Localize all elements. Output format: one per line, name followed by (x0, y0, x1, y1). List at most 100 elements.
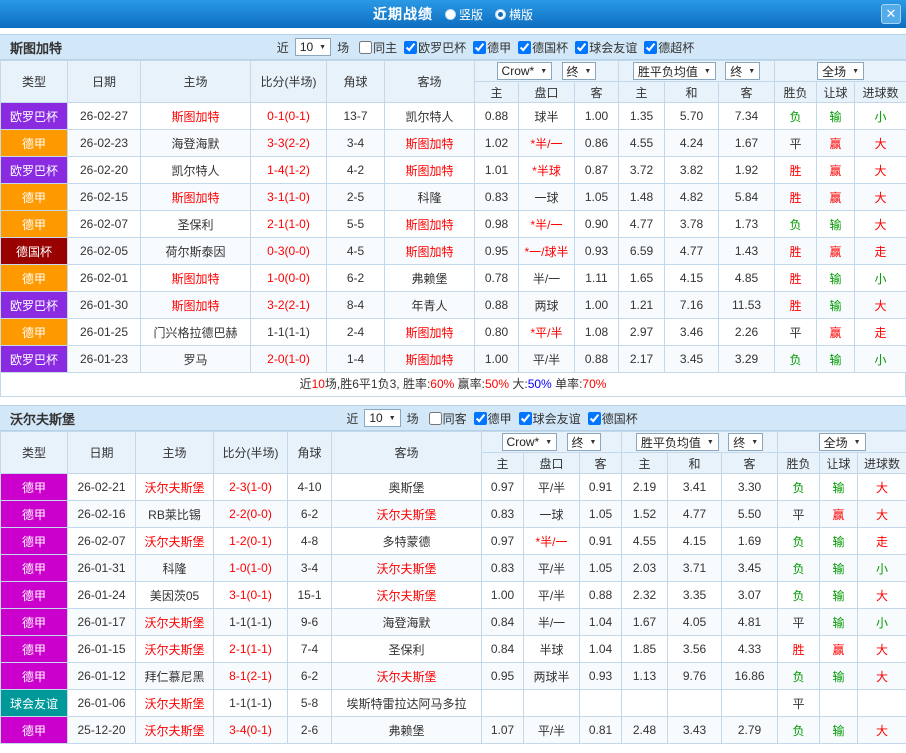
euro-odds-draw: 7.16 (664, 291, 720, 319)
home-team: RB莱比锡 (135, 500, 214, 528)
filter-checkbox-德超杯[interactable]: 德超杯 (639, 39, 694, 56)
euro-odds-home: 2.32 (621, 581, 669, 609)
dialog-header: 近期战绩 竖版 横版 ✕ (0, 0, 906, 28)
checkbox-input[interactable] (644, 40, 658, 54)
euro-odds-home: 1.13 (621, 662, 669, 690)
asian-odds-home: 0.83 (481, 500, 524, 528)
asian-odds-home: 0.83 (481, 554, 524, 582)
away-team: 斯图加特 (384, 129, 475, 157)
result-handicap (819, 689, 859, 717)
score: 8-1(2-1) (213, 662, 288, 690)
checkbox-input[interactable] (473, 411, 487, 425)
filter-checkbox-同客[interactable]: 同客 (424, 410, 467, 427)
filter-checkbox-德甲[interactable]: 德甲 (468, 39, 511, 56)
filter-checkbox-德国杯[interactable]: 德国杯 (583, 410, 638, 427)
checkbox-input[interactable] (404, 40, 418, 54)
col-score: 比分(半场) (250, 60, 327, 103)
match-row: 德国杯 26-02-05 荷尔斯泰因 0-3(0-0) 4-5 斯图加特 0.95 *一/球半… (0, 237, 906, 265)
filter-checkbox-欧罗巴杯[interactable]: 欧罗巴杯 (399, 39, 466, 56)
away-team: 斯图加特 (384, 210, 475, 238)
checkbox-input[interactable] (473, 40, 487, 54)
summary-segment: 胜率: (402, 377, 431, 391)
bookmaker-final-select[interactable]: 终 ▼ (561, 62, 597, 80)
bookmaker-final-select[interactable]: 终 ▼ (566, 433, 602, 451)
result-wdl: 负 (777, 527, 821, 555)
mean-final-select[interactable]: 终 ▼ (728, 433, 764, 451)
score: 1-4(1-2) (250, 156, 327, 184)
corner-score: 3-4 (287, 554, 332, 582)
euro-odds-group-header: 胜平负均值 ▼ 终 ▼ (618, 60, 776, 82)
scope-select[interactable]: 全场 ▼ (817, 62, 865, 80)
score: 3-2(2-1) (250, 291, 327, 319)
odds-mean-select[interactable]: 胜平负均值 ▼ (632, 62, 716, 80)
near-count-select[interactable]: 10 ▼ (364, 409, 401, 427)
filter-checkbox-德甲[interactable]: 德甲 (469, 410, 512, 427)
bookmaker-select[interactable]: Crow* ▼ (496, 62, 553, 80)
chevron-down-icon: ▼ (703, 67, 711, 75)
asian-handicap: *半/一 (518, 129, 575, 157)
asian-odds-home: 0.95 (474, 237, 519, 265)
result-goals: 大 (857, 581, 906, 609)
result-goals: 小 (854, 264, 906, 292)
euro-odds-draw: 3.56 (667, 635, 723, 663)
checkbox-input[interactable] (428, 411, 442, 425)
result-wdl: 负 (774, 210, 818, 238)
corner-score: 7-4 (287, 635, 332, 663)
checkbox-input[interactable] (575, 40, 589, 54)
match-row: 德甲 26-01-24 美因茨05 3-1(0-1) 15-1 沃尔夫斯堡 1.00 平/半 0… (0, 581, 906, 609)
checkbox-input[interactable] (518, 411, 532, 425)
euro-odds-away: 3.07 (721, 581, 779, 609)
col-type: 类型 (0, 60, 68, 103)
col-date: 日期 (67, 60, 141, 103)
asian-handicap: 平/半 (523, 716, 580, 744)
near-count-select[interactable]: 10 ▼ (294, 38, 332, 56)
asian-handicap: *半/一 (518, 210, 575, 238)
euro-odds-away: 11.53 (718, 291, 776, 319)
asian-odds-home: 0.88 (474, 102, 519, 130)
dialog-title: 近期战绩 (372, 6, 433, 22)
col-euro-draw: 和 (667, 452, 723, 474)
col-type: 类型 (0, 431, 68, 474)
asian-odds-home: 0.98 (474, 210, 519, 238)
league-type-badge: 德甲 (0, 581, 68, 609)
layout-mode-horizontal[interactable]: 横版 (495, 6, 533, 23)
checkbox-input[interactable] (518, 40, 532, 54)
match-row: 德甲 25-12-20 沃尔夫斯堡 3-4(0-1) 2-6 弗赖堡 1.07 平/半 0.81… (0, 716, 906, 744)
result-wdl: 负 (774, 345, 818, 373)
col-score: 比分(半场) (213, 431, 288, 474)
filters: 近 10 ▼ 场同客 德甲 球会友谊 德国杯 (75, 409, 906, 427)
summary-segment: 10 (311, 377, 325, 391)
checkbox-input[interactable] (587, 411, 601, 425)
asian-odds-home: 0.88 (474, 291, 519, 319)
filter-checkbox-同主[interactable]: 同主 (354, 39, 397, 56)
result-handicap: 输 (819, 581, 859, 609)
odds-mean-select[interactable]: 胜平负均值 ▼ (635, 433, 719, 451)
scope-select[interactable]: 全场 ▼ (818, 433, 866, 451)
asian-odds-home: 1.02 (474, 129, 519, 157)
close-button[interactable]: ✕ (881, 4, 901, 24)
asian-odds-home: 0.84 (481, 635, 524, 663)
layout-mode-vertical[interactable]: 竖版 (444, 6, 483, 23)
filter-checkbox-德国杯[interactable]: 德国杯 (513, 39, 568, 56)
col-asian-away: 客 (573, 81, 620, 103)
asian-handicap (523, 689, 580, 717)
corner-score: 4-10 (287, 473, 332, 501)
bookmaker-select[interactable]: Crow* ▼ (501, 433, 558, 451)
match-row: 德甲 26-02-16 RB莱比锡 2-2(0-0) 6-2 沃尔夫斯堡 0.83 一球 1.0… (0, 500, 906, 528)
mean-final-select[interactable]: 终 ▼ (725, 62, 761, 80)
league-type-badge: 欧罗巴杯 (0, 345, 68, 373)
away-team: 沃尔夫斯堡 (331, 500, 482, 528)
checkbox-input[interactable] (359, 40, 373, 54)
home-team: 沃尔夫斯堡 (135, 689, 214, 717)
euro-odds-draw: 9.76 (667, 662, 723, 690)
summary-segment: 大: (509, 377, 528, 391)
league-type-badge: 德甲 (0, 318, 68, 346)
euro-odds-draw: 3.41 (667, 473, 723, 501)
home-team: 圣保利 (140, 210, 251, 238)
filter-checkbox-球会友谊[interactable]: 球会友谊 (570, 39, 637, 56)
filter-checkbox-球会友谊[interactable]: 球会友谊 (514, 410, 581, 427)
euro-odds-home (621, 689, 669, 717)
euro-odds-draw: 3.82 (664, 156, 720, 184)
league-type-badge: 德甲 (0, 608, 68, 636)
home-team: 荷尔斯泰因 (140, 237, 251, 265)
